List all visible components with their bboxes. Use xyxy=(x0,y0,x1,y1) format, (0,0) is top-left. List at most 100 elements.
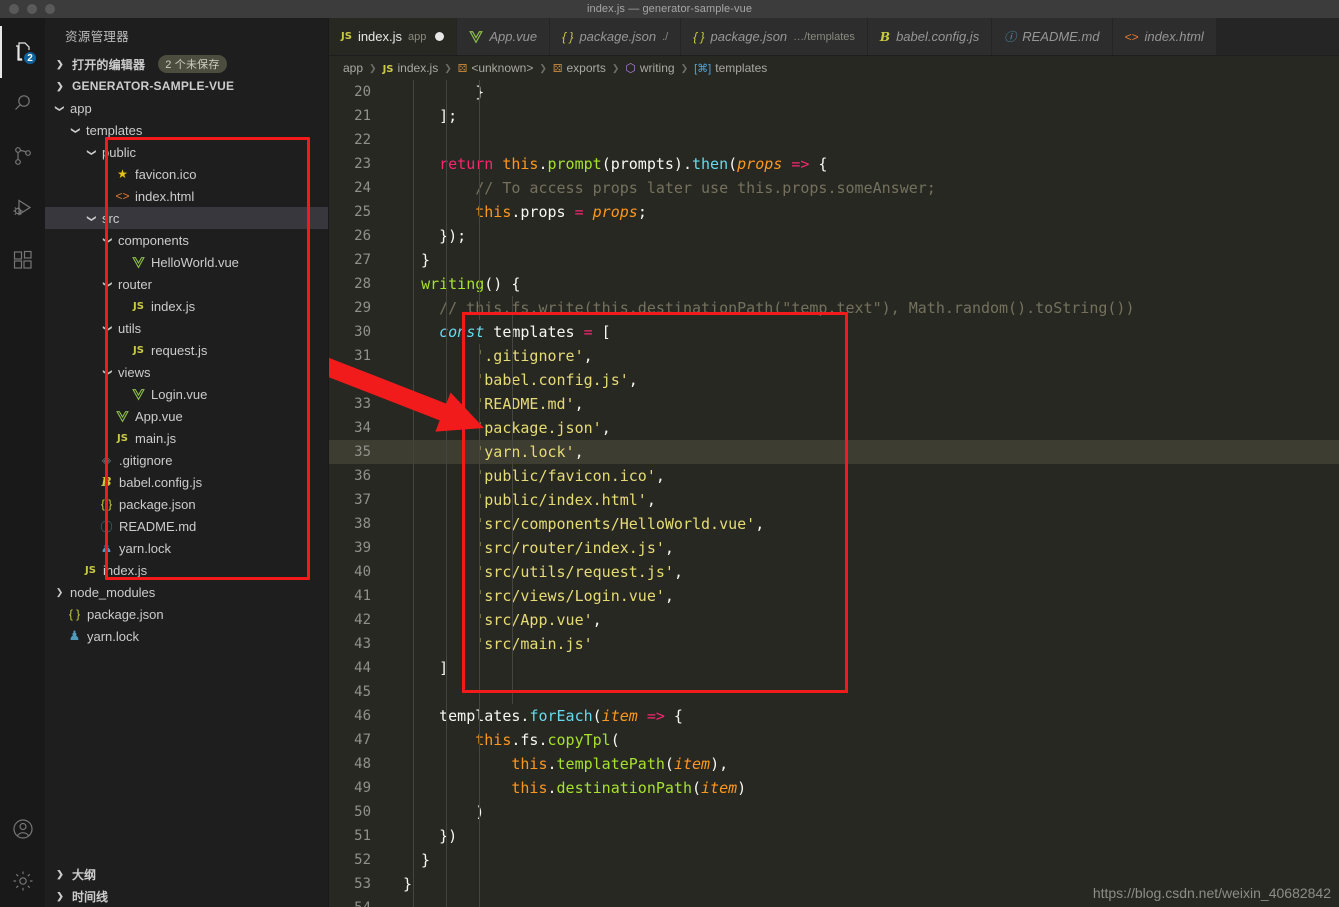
code-line[interactable]: 27 } xyxy=(329,248,1339,272)
line-number[interactable]: 43 xyxy=(329,632,383,656)
code-line[interactable]: 33 'README.md', xyxy=(329,392,1339,416)
tree-item-yarn-lock[interactable]: ♟ yarn.lock xyxy=(45,537,328,559)
code-content[interactable]: 20 } 21 ]; 22 23 return this.prompt(prompts… xyxy=(329,80,1339,907)
code-line[interactable]: 45 xyxy=(329,680,1339,704)
tree-item-templates[interactable]: ❯ templates xyxy=(45,119,328,141)
breadcrumb[interactable]: app ❯ JS index.js ❯ ⚄ <unknown> ❯ ⚄ exports ❯ ⬡ writ… xyxy=(329,56,1339,80)
code-line[interactable]: 29 // this.fs.write(this.destinationPath… xyxy=(329,296,1339,320)
activity-item-run-and-debug[interactable] xyxy=(0,182,45,234)
tree-item-babel-config-js[interactable]: Bbabel.config.js xyxy=(45,471,328,493)
line-number[interactable]: 22 xyxy=(329,128,383,152)
line-number[interactable]: 34 xyxy=(329,416,383,440)
line-number[interactable]: 30 xyxy=(329,320,383,344)
tree-item-app[interactable]: ❯ app xyxy=(45,97,328,119)
line-number[interactable]: 38 xyxy=(329,512,383,536)
tree-item-src[interactable]: ❯ src xyxy=(45,207,328,229)
tab-package-json[interactable]: { } package.json ./ xyxy=(550,18,682,55)
code-line[interactable]: 36 'public/favicon.ico', xyxy=(329,464,1339,488)
tab-readme-md[interactable]: ⓘ README.md xyxy=(992,18,1113,55)
timeline-section[interactable]: ❯ 时间线 xyxy=(45,885,328,907)
code-line[interactable]: 21 ]; xyxy=(329,104,1339,128)
code-line[interactable]: 40 'src/utils/request.js', xyxy=(329,560,1339,584)
tree-item-main-js[interactable]: JS main.js xyxy=(45,427,328,449)
breadcrumb-item-app[interactable]: app xyxy=(343,61,363,75)
line-number[interactable]: 53 xyxy=(329,872,383,896)
activity-item-search[interactable] xyxy=(0,78,45,130)
line-number[interactable]: 39 xyxy=(329,536,383,560)
code-line[interactable]: 39 'src/router/index.js', xyxy=(329,536,1339,560)
code-line[interactable]: 23 return this.prompt(prompts).then(prop… xyxy=(329,152,1339,176)
breadcrumb-item-exports[interactable]: ⚄ exports xyxy=(553,61,606,75)
tree-item-package-json[interactable]: { } package.json xyxy=(45,493,328,515)
code-line[interactable]: 42 'src/App.vue', xyxy=(329,608,1339,632)
line-number[interactable]: 27 xyxy=(329,248,383,272)
line-number[interactable]: 37 xyxy=(329,488,383,512)
line-number[interactable]: 47 xyxy=(329,728,383,752)
code-line[interactable]: 48 this.templatePath(item), xyxy=(329,752,1339,776)
tree-item-router[interactable]: ❯ router xyxy=(45,273,328,295)
breadcrumb-item-writing[interactable]: ⬡ writing xyxy=(625,61,674,75)
tree-item-yarn-lock[interactable]: ♟ yarn.lock xyxy=(45,625,328,647)
line-number[interactable]: 29 xyxy=(329,296,383,320)
tab-package-json[interactable]: { } package.json …/templates xyxy=(681,18,868,55)
code-line[interactable]: 24 // To access props later use this.pro… xyxy=(329,176,1339,200)
code-line[interactable]: 41 'src/views/Login.vue', xyxy=(329,584,1339,608)
activity-item-manage[interactable] xyxy=(0,855,45,907)
breadcrumb-item--unknown-[interactable]: ⚄ <unknown> xyxy=(458,61,534,75)
activity-item-explorer[interactable]: 2 xyxy=(0,26,45,78)
code-line[interactable]: 47 this.fs.copyTpl( xyxy=(329,728,1339,752)
line-number[interactable]: 51 xyxy=(329,824,383,848)
tree-item-views[interactable]: ❯ views xyxy=(45,361,328,383)
tab-babel-config-js[interactable]: Bbabel.config.js xyxy=(867,18,993,55)
tree-item--gitignore[interactable]: ◈ .gitignore xyxy=(45,449,328,471)
tree-item-app-vue[interactable]: App.vue xyxy=(45,405,328,427)
code-line[interactable]: 38 'src/components/HelloWorld.vue', xyxy=(329,512,1339,536)
code-line[interactable]: 34 'package.json', xyxy=(329,416,1339,440)
tree-item-components[interactable]: ❯ components xyxy=(45,229,328,251)
tree-item-login-vue[interactable]: Login.vue xyxy=(45,383,328,405)
code-line[interactable]: 20 } xyxy=(329,80,1339,104)
line-number[interactable]: 52 xyxy=(329,848,383,872)
line-number[interactable]: 41 xyxy=(329,584,383,608)
breadcrumb-item-index-js[interactable]: JS index.js xyxy=(383,61,439,75)
activity-item-accounts[interactable] xyxy=(0,803,45,855)
workspace-section[interactable]: ❯ GENERATOR-SAMPLE-VUE xyxy=(45,75,328,97)
line-number[interactable]: 32 xyxy=(329,368,383,392)
code-line[interactable]: 30 const templates = [ xyxy=(329,320,1339,344)
code-line[interactable]: 31 '.gitignore', xyxy=(329,344,1339,368)
line-number[interactable]: 23 xyxy=(329,152,383,176)
line-number[interactable]: 48 xyxy=(329,752,383,776)
code-line[interactable]: 32 'babel.config.js', xyxy=(329,368,1339,392)
tree-item-request-js[interactable]: JS request.js xyxy=(45,339,328,361)
tree-item-readme-md[interactable]: ⓘ README.md xyxy=(45,515,328,537)
line-number[interactable]: 36 xyxy=(329,464,383,488)
code-line[interactable]: 46 templates.forEach(item => { xyxy=(329,704,1339,728)
tree-item-favicon-ico[interactable]: ★ favicon.ico xyxy=(45,163,328,185)
tree-item-public[interactable]: ❯ public xyxy=(45,141,328,163)
line-number[interactable]: 42 xyxy=(329,608,383,632)
line-number[interactable]: 33 xyxy=(329,392,383,416)
open-editors-section[interactable]: ❯ 打开的编辑器 2 个未保存 xyxy=(45,53,328,75)
tree-item-index-js[interactable]: JS index.js xyxy=(45,559,328,581)
activity-item-source-control[interactable] xyxy=(0,130,45,182)
code-line[interactable]: 49 this.destinationPath(item) xyxy=(329,776,1339,800)
dirty-indicator[interactable] xyxy=(435,32,445,41)
code-line[interactable]: 35 'yarn.lock', xyxy=(329,440,1339,464)
line-number[interactable]: 31 xyxy=(329,344,383,368)
line-number[interactable]: 44 xyxy=(329,656,383,680)
line-number[interactable]: 25 xyxy=(329,200,383,224)
tree-item-node-modules[interactable]: ❯ node_modules xyxy=(45,581,328,603)
line-number[interactable]: 54 xyxy=(329,896,383,907)
code-line[interactable]: 37 'public/index.html', xyxy=(329,488,1339,512)
line-number[interactable]: 26 xyxy=(329,224,383,248)
code-line[interactable]: 26 }); xyxy=(329,224,1339,248)
editor-canvas[interactable]: 20 } 21 ]; 22 23 return this.prompt(prompts… xyxy=(329,80,1339,907)
code-line[interactable]: 25 this.props = props; xyxy=(329,200,1339,224)
line-number[interactable]: 20 xyxy=(329,80,383,104)
tab-index-js[interactable]: JS index.js app xyxy=(329,18,458,55)
line-number[interactable]: 50 xyxy=(329,800,383,824)
code-line[interactable]: 22 xyxy=(329,128,1339,152)
line-number[interactable]: 46 xyxy=(329,704,383,728)
line-number[interactable]: 49 xyxy=(329,776,383,800)
activity-item-extensions[interactable] xyxy=(0,234,45,286)
